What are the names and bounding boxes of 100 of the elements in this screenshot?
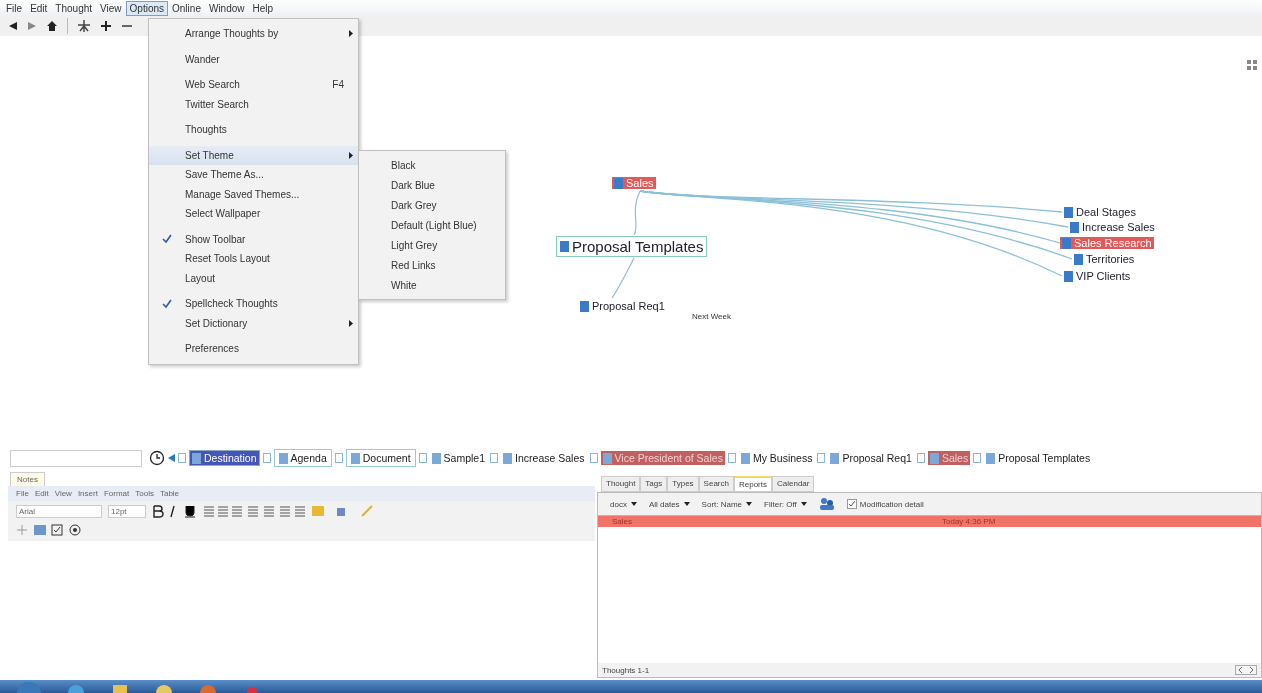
menu-option[interactable]: Manage Saved Themes...	[149, 184, 358, 204]
thought-icon	[560, 241, 569, 252]
menu-option[interactable]: Set Dictionary	[149, 313, 358, 333]
menu-item[interactable]: Table	[159, 489, 180, 498]
network-icon[interactable]	[77, 19, 91, 33]
menu-option[interactable]: White	[359, 275, 505, 295]
notes-tab[interactable]: Notes	[10, 472, 45, 486]
menu-option[interactable]: Set Theme	[149, 145, 358, 165]
pager-icon[interactable]	[1235, 665, 1257, 675]
bracket-icon	[262, 453, 271, 463]
caret-icon	[683, 502, 690, 506]
menu-item[interactable]: Format	[103, 489, 130, 498]
menu-option[interactable]: Spellcheck Thoughts	[149, 294, 358, 314]
past-thought-link[interactable]: Document	[345, 449, 416, 467]
menu-item[interactable]: Tools	[135, 489, 154, 498]
menu-option[interactable]: Light Grey	[359, 235, 505, 255]
bracket-icon	[334, 453, 343, 463]
thought-node[interactable]: Increase Sales	[1068, 221, 1157, 233]
menu-item[interactable]: Help	[248, 0, 278, 16]
back-icon[interactable]	[8, 21, 18, 31]
tab[interactable]: Search	[698, 476, 734, 492]
filter-dropdown[interactable]: docx	[610, 499, 637, 509]
start-button-icon[interactable]	[16, 680, 42, 693]
search-field[interactable]	[10, 449, 142, 467]
thought-node[interactable]: Sales Research	[1060, 237, 1154, 249]
grid-icon[interactable]	[1247, 60, 1258, 71]
menu-item[interactable]: Insert	[77, 489, 98, 498]
tab[interactable]: Thought	[601, 476, 641, 492]
menu-option[interactable]: Wander	[149, 49, 358, 69]
checkbox[interactable]	[846, 499, 857, 509]
menu-item[interactable]: Online	[168, 0, 205, 16]
menu-option[interactable]: Thoughts	[149, 120, 358, 140]
menu-option[interactable]: Dark Blue	[359, 175, 505, 195]
tab[interactable]: Tags	[640, 476, 668, 492]
menu-option[interactable]: Show Toolbar	[149, 229, 358, 249]
menu-option[interactable]: Red Links	[359, 255, 505, 275]
menu-option[interactable]: Twitter Search	[149, 94, 358, 114]
thought-icon	[830, 452, 840, 464]
filter-dropdown[interactable]: Filter: Off	[764, 499, 807, 509]
tab[interactable]: Types	[667, 476, 699, 492]
menu-option[interactable]: Select Wallpaper	[149, 204, 358, 224]
past-thought-link[interactable]: Proposal Templates	[984, 451, 1093, 465]
tab[interactable]: Calendar	[772, 476, 815, 492]
checkmark-icon	[162, 234, 172, 245]
menu-item[interactable]: Thought	[51, 0, 97, 16]
menu-item[interactable]: Edit	[34, 489, 49, 498]
submenu-arrow-icon	[349, 151, 353, 159]
plus-icon[interactable]	[100, 20, 112, 32]
forward-icon[interactable]	[27, 21, 37, 31]
table-cell: Today 4:36 PM	[942, 517, 996, 526]
past-thought-link[interactable]: Destination	[189, 450, 260, 466]
past-thought-link[interactable]: Proposal Req1	[828, 451, 914, 465]
thought-icon	[503, 452, 513, 464]
bracket-icon	[418, 453, 427, 463]
menu-option[interactable]: Preferences	[149, 339, 358, 359]
past-thought-link[interactable]: Sample1	[429, 451, 488, 465]
menu-option[interactable]: Dark Grey	[359, 195, 505, 215]
link-label: Next Week	[692, 312, 731, 321]
menu-item[interactable]: Options	[125, 0, 169, 16]
thought-icon	[431, 452, 441, 464]
submenu-arrow-icon	[349, 319, 353, 327]
thought-icon	[740, 452, 750, 464]
tab[interactable]: Reports	[733, 476, 772, 492]
menu-item[interactable]: View	[96, 0, 126, 16]
editor-tools-drawing	[16, 523, 84, 537]
size-dropdown[interactable]: 12pt	[108, 504, 146, 518]
clock-icon[interactable]	[149, 450, 165, 466]
bracket-icon	[589, 453, 598, 463]
menu-item[interactable]: Window	[204, 0, 249, 16]
thought-node[interactable]: Territories	[1072, 253, 1137, 265]
font-dropdown[interactable]: Arial	[16, 504, 102, 518]
menu-item[interactable]: File	[2, 0, 27, 16]
link-line	[611, 257, 635, 299]
home-icon[interactable]	[46, 20, 58, 32]
past-thought-link[interactable]: Increase Sales	[501, 451, 587, 465]
bracket-icon	[727, 453, 736, 463]
past-thought-link[interactable]: My Business	[738, 451, 815, 465]
checkbox-label: Modification detail	[859, 499, 924, 509]
users-icon[interactable]	[818, 497, 835, 511]
thought-node[interactable]: Sales	[612, 177, 656, 189]
filter-dropdown[interactable]: All dates	[648, 499, 690, 509]
thought-node[interactable]: VIP Clients	[1062, 270, 1133, 282]
filter-dropdown[interactable]: Sort: Name	[701, 499, 753, 509]
thought-icon	[192, 452, 201, 464]
thought-node[interactable]: Proposal Req1	[578, 300, 667, 312]
past-thought-link[interactable]: Agenda	[273, 449, 332, 467]
menu-option[interactable]: Web Search F4	[149, 75, 358, 95]
menu-option[interactable]: Arrange Thoughts by	[149, 24, 358, 44]
menu-option[interactable]: Save Theme As...	[149, 165, 358, 185]
menu-item[interactable]: View	[54, 489, 72, 498]
menu-item[interactable]: Edit	[26, 0, 52, 16]
thought-icon	[1064, 206, 1073, 218]
menu-option[interactable]: Reset Tools Layout	[149, 249, 358, 269]
menu-option[interactable]: Default (Light Blue)	[359, 215, 505, 235]
thought-icon	[350, 452, 360, 464]
menu-option[interactable]: Layout	[149, 268, 358, 288]
menu-item[interactable]: File	[16, 489, 29, 498]
thought-node[interactable]: Proposal Templates	[556, 236, 708, 257]
menu-option[interactable]: Black	[359, 155, 505, 175]
thought-node[interactable]: Deal Stages	[1062, 206, 1138, 218]
